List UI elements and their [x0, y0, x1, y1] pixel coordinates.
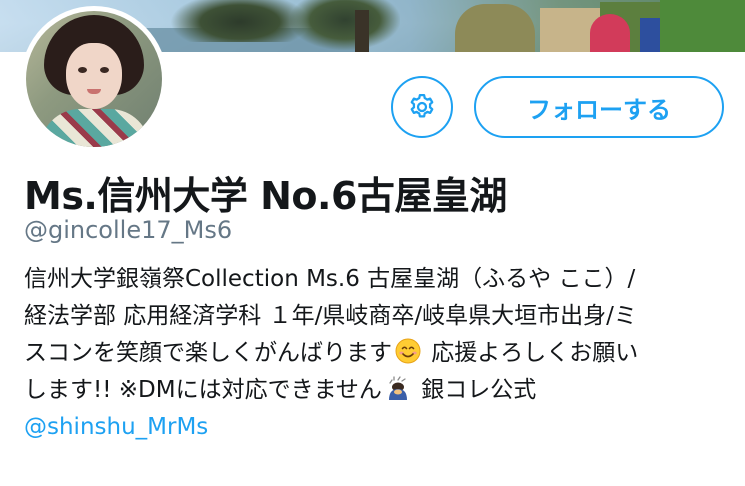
mention-link[interactable]: @shinshu_MrMs [24, 409, 724, 446]
gear-icon [410, 94, 434, 118]
bio-text: 銀コレ公式 [413, 377, 537, 403]
follow-button[interactable]: フォローする [474, 76, 724, 138]
bio-line: スコンを笑顔で楽しくがんばります 応援よろしくお願い [24, 335, 724, 372]
bio-text: スコンを笑顔で楽しくがんばります [24, 340, 392, 366]
bio-line: 信州大学銀嶺祭Collection Ms.6 古屋皇湖（ふるや ここ）/ [24, 266, 636, 292]
bowing-person-emoji [388, 376, 407, 400]
bio-text: します!! ※DMには対応できません [24, 377, 382, 403]
user-handle: @gincolle17_Ms6 [24, 216, 233, 244]
avatar[interactable] [21, 6, 167, 152]
bio-line: 経法学部 応用経済学科 １年/県岐商卒/岐阜県大垣市出身/ミ [24, 303, 637, 329]
settings-button[interactable] [391, 76, 453, 138]
bio-text: 応援よろしくお願い [424, 340, 639, 366]
bio-line: します!! ※DMには対応できません 銀コレ公式 [24, 372, 724, 409]
profile-bio: 信州大学銀嶺祭Collection Ms.6 古屋皇湖（ふるや ここ）/ 経法学… [24, 261, 724, 446]
profile-header: フォローする Ms.信州大学 No.6古屋皇湖 @gincolle17_Ms6 … [0, 0, 745, 486]
avatar-photo [26, 11, 162, 147]
display-name: Ms.信州大学 No.6古屋皇湖 [24, 174, 507, 218]
smiling-face-emoji [395, 338, 421, 364]
